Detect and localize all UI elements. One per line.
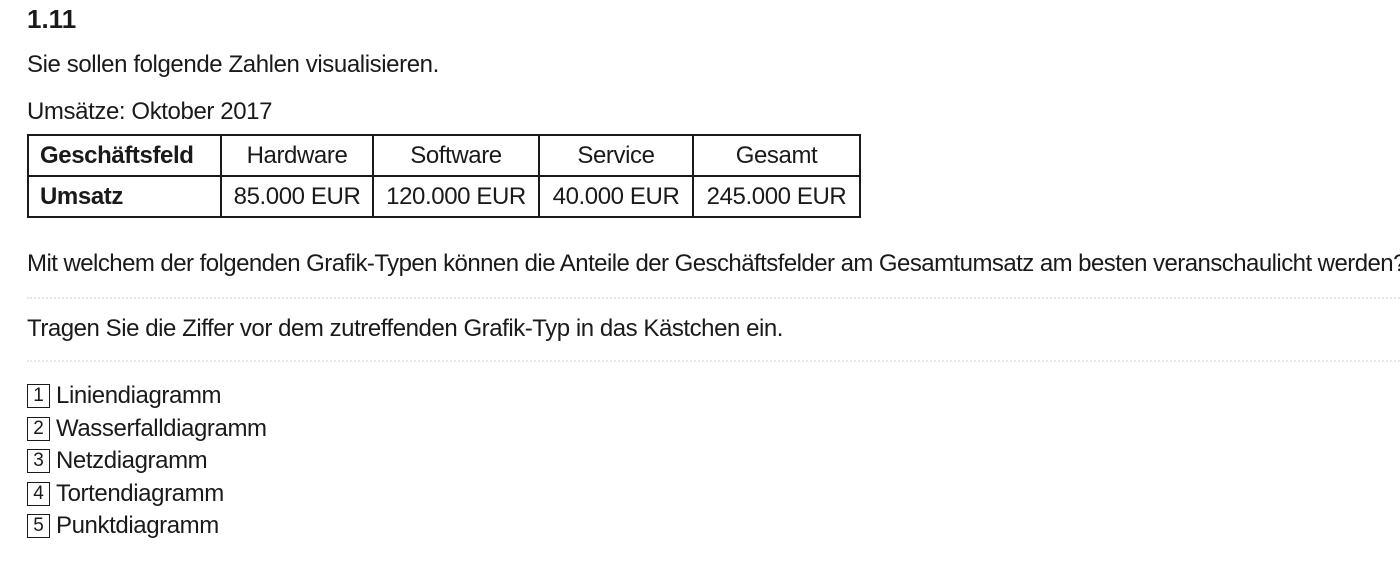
- option-label: Wasserfalldiagramm: [56, 414, 267, 442]
- answer-line: [27, 297, 1400, 299]
- option-number-box: 2: [27, 416, 50, 441]
- table-header-cell: Service: [538, 134, 694, 177]
- task-intro: Sie sollen folgende Zahlen visualisieren…: [27, 51, 439, 78]
- sales-table: Geschäftsfeld Hardware Software Service …: [27, 134, 861, 218]
- option-item: 2 Wasserfalldiagramm: [27, 413, 267, 446]
- instruction-text: Tragen Sie die Ziffer vor dem zutreffend…: [27, 315, 783, 342]
- option-label: Tortendiagramm: [56, 479, 224, 507]
- answer-line: [27, 360, 1400, 362]
- option-label: Liniendiagramm: [56, 382, 222, 410]
- task-number: 1.11: [27, 4, 77, 34]
- option-item: 3 Netzdiagramm: [27, 445, 267, 478]
- table-cell: 40.000 EUR: [538, 175, 694, 218]
- option-number-box: 1: [27, 384, 50, 409]
- question-text: Mit welchem der folgenden Grafik-Typen k…: [27, 250, 1400, 277]
- option-item: 1 Liniendiagramm: [27, 380, 267, 413]
- table-cell: 85.000 EUR: [220, 175, 374, 218]
- table-cell: 245.000 EUR: [692, 175, 861, 218]
- option-number-box: 4: [27, 481, 50, 506]
- table-row-label: Umsatz: [27, 175, 222, 218]
- table-header-row: Geschäftsfeld Hardware Software Service …: [27, 134, 861, 177]
- table-caption: Umsätze: Oktober 2017: [27, 98, 273, 125]
- table-cell: 120.000 EUR: [372, 175, 540, 218]
- option-item: 5 Punktdiagramm: [27, 510, 267, 543]
- table-header-cell: Hardware: [220, 134, 374, 177]
- table-header-cell: Gesamt: [692, 134, 861, 177]
- table-header-cell: Geschäftsfeld: [27, 134, 222, 177]
- option-label: Netzdiagramm: [56, 447, 208, 475]
- option-item: 4 Tortendiagramm: [27, 478, 267, 511]
- option-label: Punktdiagramm: [56, 512, 219, 540]
- option-list: 1 Liniendiagramm 2 Wasserfalldiagramm 3 …: [27, 380, 267, 543]
- option-number-box: 3: [27, 449, 50, 474]
- option-number-box: 5: [27, 514, 50, 539]
- table-row: Umsatz 85.000 EUR 120.000 EUR 40.000 EUR…: [27, 175, 861, 218]
- table-header-cell: Software: [372, 134, 540, 177]
